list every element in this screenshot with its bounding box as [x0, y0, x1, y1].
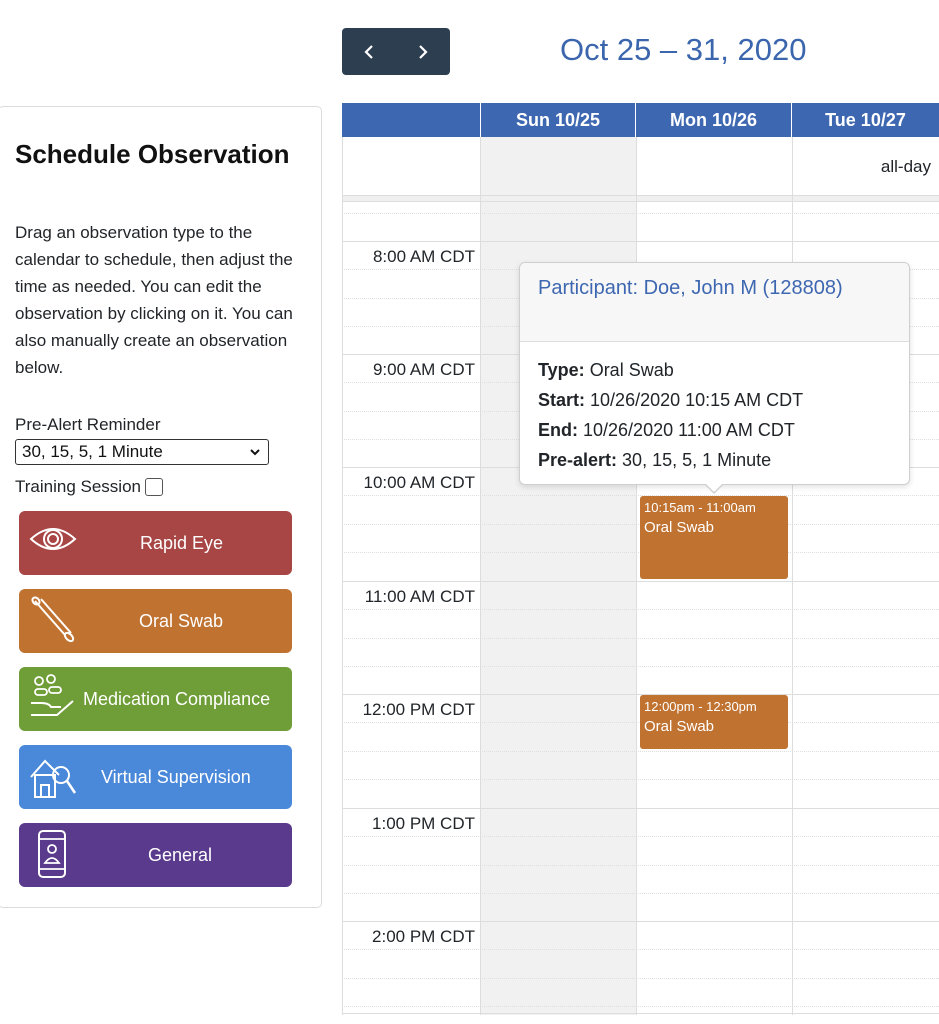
- prealert-value: 30, 15, 5, 1 Minute: [22, 442, 163, 461]
- general-button[interactable]: General: [19, 823, 292, 887]
- medication-compliance-label: Medication Compliance: [83, 689, 271, 709]
- slot-gridline: [342, 1006, 939, 1007]
- next-week-button[interactable]: [396, 28, 450, 75]
- hour-gridline: [342, 241, 939, 242]
- popover-row-type: Type: Oral Swab: [538, 360, 674, 380]
- slot-gridline: [342, 893, 939, 894]
- chevron-right-icon: [419, 45, 428, 59]
- popover-title: Participant: Doe, John M (128808): [520, 263, 909, 342]
- popover-body: Type: Oral Swab Start: 10/26/2020 10:15 …: [538, 355, 898, 475]
- time-label-10am: 10:00 AM CDT: [363, 473, 476, 492]
- time-label-1pm: 1:00 PM CDT: [372, 814, 475, 833]
- all-day-label: all-day: [880, 157, 931, 176]
- time-label-11am: 11:00 AM CDT: [364, 587, 475, 606]
- slot-gridline: [342, 609, 939, 610]
- panel-title: Schedule Observation: [15, 139, 290, 169]
- hour-gridline: [342, 921, 939, 922]
- chevron-left-icon: [364, 45, 373, 59]
- training-session: Training Session: [15, 476, 163, 498]
- time-label-9am: 9:00 AM CDT: [372, 360, 475, 379]
- swab-icon: [31, 596, 75, 643]
- virtual-supervision-button[interactable]: Virtual Supervision: [19, 745, 292, 809]
- date-range-title: Oct 25 – 31, 2020: [560, 32, 807, 67]
- all-day-divider: [342, 196, 939, 202]
- popover-row-prealert: Pre-alert: 30, 15, 5, 1 Minute: [538, 450, 772, 470]
- pills-hand-icon: [31, 674, 74, 716]
- event-title: Oral Swab: [644, 519, 715, 536]
- training-label: Training Session: [15, 477, 141, 496]
- popover-row-end: End: 10/26/2020 11:00 AM CDT: [538, 420, 795, 440]
- slot-gridline: [342, 836, 939, 837]
- popover-arrow-inner: [706, 484, 722, 492]
- week-calendar: Sun 10/25 Mon 10/26 Tue 10/27 all-day 8:…: [342, 103, 939, 1015]
- eye-icon: [29, 528, 77, 550]
- rapid-eye-button[interactable]: Rapid Eye: [19, 511, 292, 575]
- time-label-12pm: 12:00 PM CDT: [362, 700, 475, 719]
- day-header-mon[interactable]: Mon 10/26: [636, 103, 792, 137]
- slot-gridline: [342, 949, 939, 950]
- event-time: 10:15am - 11:00am: [644, 500, 756, 515]
- event-title: Oral Swab: [644, 718, 715, 735]
- prealert-label: Pre-Alert Reminder: [15, 415, 161, 434]
- medication-compliance-button[interactable]: Medication Compliance: [19, 667, 292, 731]
- event-oral-swab-1200[interactable]: 12:00pm - 12:30pm Oral Swab: [640, 695, 788, 749]
- slot-gridline: [342, 638, 939, 639]
- day-header-tue[interactable]: Tue 10/27: [792, 103, 939, 137]
- grid-bottom-border: [342, 1013, 939, 1014]
- time-label-2pm: 2:00 PM CDT: [372, 927, 475, 946]
- training-checkbox[interactable]: [145, 478, 163, 496]
- popover-row-start: Start: 10/26/2020 10:15 AM CDT: [538, 390, 804, 410]
- phone-person-icon: [38, 830, 66, 878]
- week-nav-group: [342, 28, 450, 75]
- header-gutter: [342, 103, 481, 137]
- schedule-observation-panel: Schedule Observation Drag an observation…: [0, 106, 322, 908]
- chevron-down-icon: [250, 449, 260, 456]
- slot-gridline: [342, 779, 939, 780]
- oral-swab-label: Oral Swab: [139, 611, 224, 631]
- house-magnifier-icon: [30, 759, 77, 798]
- slot-gridline: [342, 978, 939, 979]
- event-time: 12:00pm - 12:30pm: [644, 699, 757, 714]
- slot-gridline: [342, 751, 939, 752]
- event-details-popover: Participant: Doe, John M (128808) Type: …: [519, 262, 910, 494]
- virtual-supervision-label: Virtual Supervision: [101, 767, 251, 787]
- oral-swab-button[interactable]: Oral Swab: [19, 589, 292, 653]
- prev-week-button[interactable]: [342, 28, 396, 75]
- slot-gridline: [342, 213, 939, 214]
- all-day-row: all-day: [342, 137, 939, 196]
- time-label-8am: 8:00 AM CDT: [372, 247, 475, 266]
- hour-gridline: [342, 808, 939, 809]
- slot-gridline: [342, 865, 939, 866]
- general-label: General: [148, 845, 213, 865]
- hour-gridline: [342, 581, 939, 582]
- slot-gridline: [342, 666, 939, 667]
- rapid-eye-label: Rapid Eye: [140, 533, 224, 553]
- panel-description: Drag an observation type to the calendar…: [15, 223, 293, 377]
- event-oral-swab-1015[interactable]: 10:15am - 11:00am Oral Swab: [640, 496, 788, 579]
- prealert-select[interactable]: 30, 15, 5, 1 Minute: [15, 439, 269, 465]
- day-header-sun[interactable]: Sun 10/25: [481, 103, 636, 137]
